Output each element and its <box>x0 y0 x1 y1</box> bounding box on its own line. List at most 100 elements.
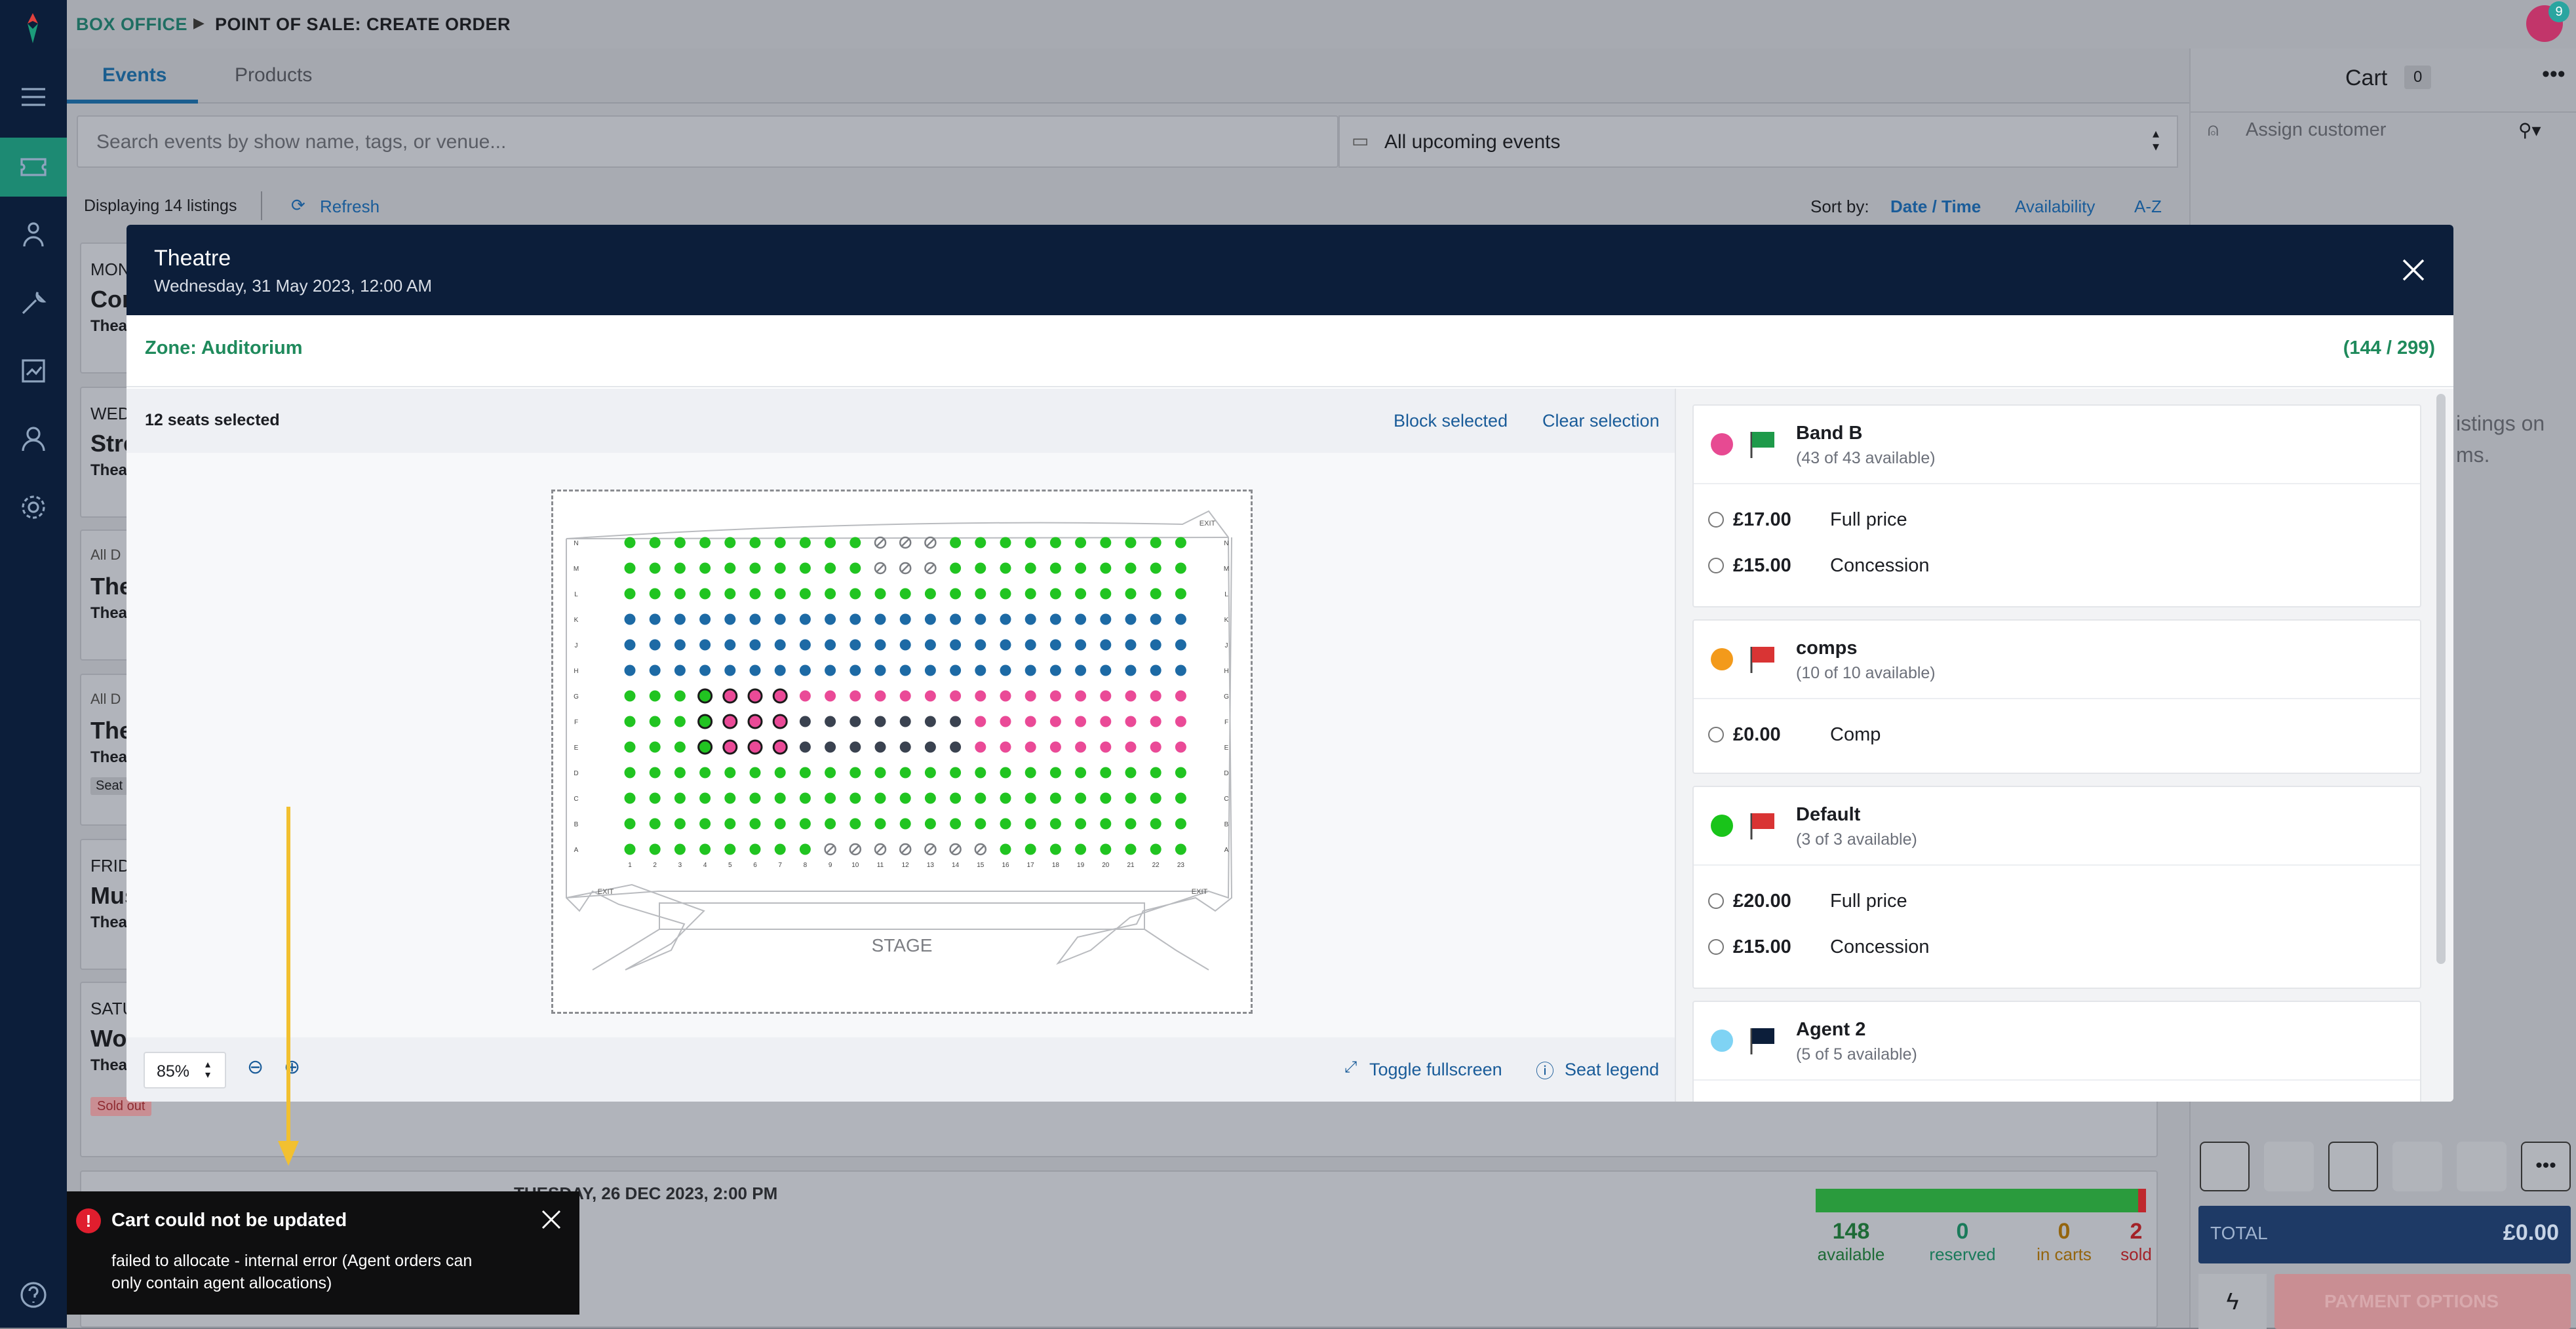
seat[interactable] <box>1000 690 1011 702</box>
seat[interactable] <box>1175 588 1186 600</box>
seat[interactable] <box>1175 639 1186 651</box>
seat[interactable] <box>624 664 636 676</box>
seat[interactable] <box>749 639 761 651</box>
seat[interactable] <box>874 613 886 625</box>
seat[interactable] <box>649 767 661 779</box>
seat[interactable] <box>849 588 861 600</box>
seat[interactable] <box>950 690 962 702</box>
seat[interactable] <box>825 588 836 600</box>
seat[interactable] <box>849 741 861 753</box>
seat[interactable] <box>649 562 661 574</box>
seat[interactable] <box>1000 792 1011 804</box>
seat[interactable] <box>774 537 786 549</box>
seat[interactable] <box>849 716 861 727</box>
seat[interactable] <box>799 741 811 753</box>
seat[interactable] <box>899 613 911 625</box>
seat[interactable] <box>749 537 761 549</box>
lightning-icon[interactable]: ϟ <box>2198 1274 2267 1329</box>
help-circle-icon[interactable]: ⓘ <box>1536 1057 1554 1083</box>
seat[interactable] <box>825 716 836 727</box>
seat[interactable] <box>1150 792 1161 804</box>
seat[interactable] <box>774 792 786 804</box>
seat[interactable] <box>674 792 686 804</box>
seat[interactable] <box>1175 792 1186 804</box>
seat[interactable] <box>849 664 861 676</box>
seat[interactable] <box>1000 639 1011 651</box>
seat[interactable] <box>749 664 761 676</box>
seat[interactable] <box>1150 562 1161 574</box>
seat[interactable] <box>1175 843 1186 855</box>
seat[interactable] <box>799 639 811 651</box>
seat[interactable] <box>774 613 786 625</box>
clear-selection-button[interactable]: Clear selection <box>1542 411 1660 431</box>
notes-icon[interactable] <box>2264 1142 2314 1191</box>
seat[interactable] <box>825 690 836 702</box>
seat[interactable] <box>950 537 962 549</box>
seat[interactable] <box>624 767 636 779</box>
seat[interactable] <box>674 664 686 676</box>
seat[interactable] <box>874 741 886 753</box>
seat[interactable] <box>1125 639 1137 651</box>
price-radio[interactable] <box>1708 727 1724 742</box>
seat[interactable] <box>1150 690 1161 702</box>
seat[interactable] <box>1150 639 1161 651</box>
seat[interactable] <box>1075 588 1087 600</box>
seat[interactable] <box>749 767 761 779</box>
seat[interactable] <box>1049 613 1061 625</box>
seat[interactable] <box>1100 664 1112 676</box>
seat[interactable] <box>1075 562 1087 574</box>
seat[interactable] <box>1000 767 1011 779</box>
selected-seat[interactable] <box>722 714 738 729</box>
seat[interactable] <box>1125 716 1137 727</box>
seat[interactable] <box>649 613 661 625</box>
seat[interactable] <box>1175 716 1186 727</box>
seat[interactable] <box>799 818 811 830</box>
seat[interactable] <box>1125 792 1137 804</box>
sort-date-time[interactable]: Date / Time <box>1890 197 1981 217</box>
seat[interactable] <box>674 690 686 702</box>
seat[interactable] <box>674 843 686 855</box>
seat[interactable] <box>1025 588 1036 600</box>
seat[interactable] <box>874 690 886 702</box>
seat[interactable] <box>825 664 836 676</box>
price-radio[interactable] <box>1708 893 1724 909</box>
seat[interactable] <box>699 767 711 779</box>
seat[interactable] <box>825 562 836 574</box>
seat[interactable] <box>624 741 636 753</box>
seat[interactable] <box>724 792 736 804</box>
seat[interactable] <box>1049 690 1061 702</box>
seat[interactable] <box>724 613 736 625</box>
seat[interactable] <box>1025 843 1036 855</box>
seat[interactable] <box>1175 613 1186 625</box>
seat[interactable] <box>950 716 962 727</box>
close-icon[interactable] <box>2398 255 2429 285</box>
seat[interactable] <box>975 613 986 625</box>
seat-legend-button[interactable]: Seat legend <box>1565 1060 1659 1080</box>
zoom-out-icon[interactable]: ⊖ <box>247 1056 263 1079</box>
block-selected-button[interactable]: Block selected <box>1394 411 1508 431</box>
user-icon[interactable] <box>14 419 53 459</box>
seat[interactable] <box>674 767 686 779</box>
seat[interactable] <box>849 639 861 651</box>
seat[interactable] <box>674 588 686 600</box>
seat[interactable] <box>1175 664 1186 676</box>
seat[interactable] <box>1025 818 1036 830</box>
seat[interactable] <box>1150 613 1161 625</box>
seat[interactable] <box>1025 716 1036 727</box>
seat[interactable] <box>774 843 786 855</box>
seat[interactable] <box>825 818 836 830</box>
seat[interactable] <box>699 613 711 625</box>
tools-icon[interactable] <box>14 283 53 322</box>
seat[interactable] <box>699 562 711 574</box>
seat[interactable] <box>1000 741 1011 753</box>
seat[interactable] <box>674 562 686 574</box>
selected-seat[interactable] <box>722 688 738 704</box>
selected-seat[interactable] <box>697 714 713 729</box>
seat[interactable] <box>1175 818 1186 830</box>
seat[interactable] <box>1150 818 1161 830</box>
seat[interactable] <box>1000 843 1011 855</box>
seat[interactable] <box>1049 664 1061 676</box>
seat[interactable] <box>624 792 636 804</box>
seat[interactable] <box>975 562 986 574</box>
seat[interactable] <box>624 588 636 600</box>
